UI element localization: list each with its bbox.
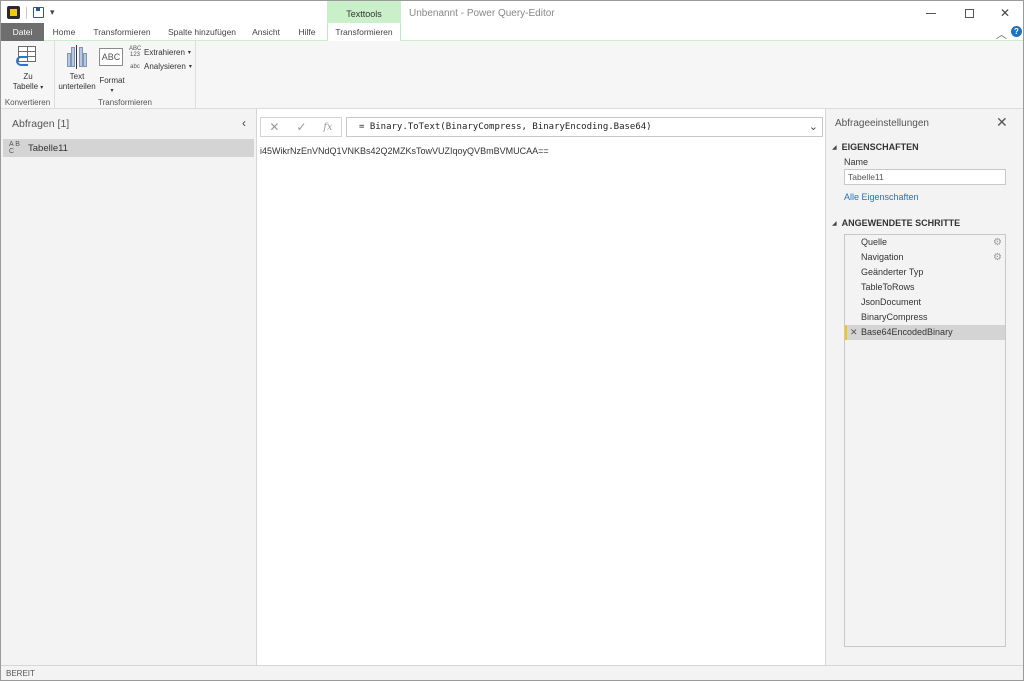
quick-access-toolbar: ▾ (7, 6, 55, 19)
text-unterteilen-label-2: unterteilen (58, 82, 96, 91)
status-text: BEREIT (6, 669, 35, 678)
formula-bar: ✕ ✓ fx = Binary.ToText(BinaryCompress, B… (260, 117, 823, 137)
analysieren-button[interactable]: abc Analysieren ▾ (129, 62, 192, 71)
applied-steps-heading: ANGEWENDETE SCHRITTE (841, 218, 961, 228)
status-bar: BEREIT (1, 665, 1023, 680)
help-icon[interactable]: ? (1011, 26, 1022, 37)
context-tab-group-texttools: Texttools (327, 1, 401, 25)
minimize-button[interactable] (921, 4, 941, 22)
title-bar: ▾ Texttools Unbenannt - Power Query-Edit… (1, 1, 1023, 25)
cancel-formula-icon[interactable]: ✕ (269, 120, 279, 134)
power-query-editor-window: ▾ Texttools Unbenannt - Power Query-Edit… (0, 0, 1024, 681)
tab-datei[interactable]: Datei (1, 23, 44, 41)
ribbon-group-transformieren: Text unterteilen ABC Format ▾ ABC 123 Ex… (55, 41, 196, 109)
tab-transformieren[interactable]: Transformieren (89, 23, 155, 41)
ribbon: Zu Tabelle ▾ Konvertieren Text unterteil… (1, 41, 1023, 109)
formula-input[interactable]: = Binary.ToText(BinaryCompress, BinaryEn… (346, 117, 823, 137)
ribbon-group-konvertieren: Zu Tabelle ▾ Konvertieren (1, 41, 55, 109)
delete-step-icon[interactable]: ✕ (850, 325, 858, 340)
data-preview-area: ✕ ✓ fx = Binary.ToText(BinaryCompress, B… (257, 109, 825, 665)
query-settings-panel: Abfrageeinstellungen ✕ ◢ EIGENSCHAFTEN N… (825, 109, 1023, 665)
applied-steps-section-header[interactable]: ◢ ANGEWENDETE SCHRITTE (832, 218, 960, 228)
close-icon: ✕ (999, 6, 1011, 20)
zu-tabelle-label-2: Tabelle ▾ (12, 82, 44, 91)
step-settings-gear-icon[interactable]: ⚙ (993, 250, 1002, 265)
save-icon[interactable] (33, 7, 44, 18)
format-button[interactable]: ABC Format ▾ (97, 44, 127, 96)
tab-home[interactable]: Home (47, 23, 81, 41)
format-label: Format (99, 76, 125, 85)
applied-steps-list: Quelle ⚙ Navigation ⚙ Geänderter Typ Tab… (844, 234, 1006, 647)
format-chevron-down-icon: ▾ (110, 88, 114, 94)
step-label: BinaryCompress (861, 312, 928, 322)
applied-step-jsondocument[interactable]: JsonDocument (845, 295, 1005, 310)
tab-ansicht[interactable]: Ansicht (247, 23, 285, 41)
split-text-icon (64, 44, 90, 70)
query-list-item[interactable]: A B C Tabelle11 (3, 139, 254, 157)
applied-step-binarycompress[interactable]: BinaryCompress (845, 310, 1005, 325)
step-settings-gear-icon[interactable]: ⚙ (993, 235, 1002, 250)
ribbon-tab-row: Datei Home Transformieren Spalte hinzufü… (1, 23, 1023, 42)
step-label: Navigation (861, 252, 904, 262)
extrahieren-chevron-down-icon: ▾ (187, 49, 191, 56)
expand-formula-chevron-down-icon[interactable]: ⌄ (809, 118, 818, 136)
step-label: JsonDocument (861, 297, 922, 307)
formula-text: = Binary.ToText(BinaryCompress, BinaryEn… (359, 122, 652, 132)
step-label: Base64EncodedBinary (861, 327, 953, 337)
step-label: TableToRows (861, 282, 915, 292)
tab-texttools-transformieren[interactable]: Transformieren (327, 23, 401, 42)
maximize-icon (964, 8, 974, 18)
extrahieren-label: Extrahieren (144, 47, 185, 57)
name-label: Name (844, 157, 869, 167)
applied-step-base64encodedbinary[interactable]: ✕ Base64EncodedBinary (845, 325, 1005, 340)
zu-tabelle-label-1: Zu (23, 72, 33, 81)
queries-panel-title: Abfragen [1] (12, 118, 70, 130)
applied-step-geaenderter-typ[interactable]: Geänderter Typ (845, 265, 1005, 280)
minimize-icon (926, 12, 936, 14)
maximize-button[interactable] (959, 4, 979, 22)
toolbar-separator (26, 6, 27, 19)
query-name-input[interactable] (844, 169, 1006, 185)
applied-step-navigation[interactable]: Navigation ⚙ (845, 250, 1005, 265)
properties-heading: EIGENSCHAFTEN (841, 142, 919, 152)
close-window-button[interactable]: ✕ (995, 4, 1015, 22)
tab-spalte-hinzufuegen[interactable]: Spalte hinzufügen (164, 23, 240, 41)
parse-icon: abc (130, 63, 140, 70)
collapse-triangle-icon: ◢ (832, 144, 837, 151)
applied-step-quelle[interactable]: Quelle ⚙ (845, 235, 1005, 250)
to-table-icon (15, 44, 41, 70)
tab-hilfe[interactable]: Hilfe (293, 23, 321, 41)
step-label: Quelle (861, 237, 888, 247)
applied-step-tabletorows[interactable]: TableToRows (845, 280, 1005, 295)
formula-bar-tools: ✕ ✓ fx (260, 117, 342, 137)
text-type-icon: A B C (9, 141, 20, 155)
ribbon-group-label-transformieren: Transformieren (98, 98, 152, 107)
collapse-triangle-icon: ◢ (832, 220, 837, 227)
window-title: Unbenannt - Power Query-Editor (409, 8, 555, 19)
customize-toolbar-chevron-icon[interactable]: ▾ (50, 8, 55, 17)
step-label: Geänderter Typ (861, 267, 924, 277)
query-label: Tabelle11 (28, 142, 68, 154)
power-bi-app-icon (7, 6, 20, 19)
commit-formula-check-icon[interactable]: ✓ (296, 120, 306, 134)
collapse-ribbon-chevron-up-icon[interactable]: ︿ (996, 26, 1007, 42)
result-value[interactable]: i45WikrNzEnVNdQ1VNKBs42Q2MZKsTowVUZIqoyQ… (260, 146, 549, 156)
ribbon-group-label-konvertieren: Konvertieren (4, 98, 51, 107)
extrahieren-button[interactable]: ABC 123 Extrahieren ▾ (129, 46, 191, 58)
properties-section-header[interactable]: ◢ EIGENSCHAFTEN (832, 142, 919, 152)
query-settings-title: Abfrageeinstellungen (835, 118, 929, 129)
zu-tabelle-button[interactable]: Zu Tabelle ▾ (9, 44, 47, 93)
analysieren-label: Analysieren (144, 62, 186, 71)
queries-panel: Abfragen [1] ‹ A B C Tabelle11 (1, 109, 257, 665)
text-unterteilen-button[interactable]: Text unterteilen (57, 44, 97, 92)
extract-icon: ABC 123 (129, 46, 142, 58)
text-unterteilen-label-1: Text (69, 72, 85, 81)
analysieren-chevron-down-icon: ▾ (188, 64, 192, 70)
all-properties-link[interactable]: Alle Eigenschaften (844, 192, 919, 202)
insert-function-fx-icon[interactable]: fx (323, 122, 332, 133)
close-settings-icon[interactable]: ✕ (996, 114, 1008, 131)
format-icon: ABC (99, 48, 125, 74)
collapse-queries-chevron-left-icon[interactable]: ‹ (242, 116, 246, 130)
